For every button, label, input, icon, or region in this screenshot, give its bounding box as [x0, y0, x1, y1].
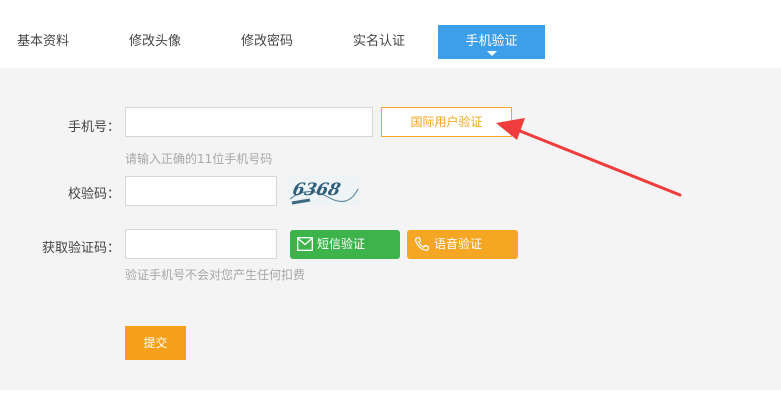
check-code-input[interactable] [125, 176, 277, 206]
check-code-label: 校验码： [67, 187, 120, 202]
tab-change-avatar[interactable]: 修改头像 [112, 25, 198, 59]
tab-basic-info[interactable]: 基本资料 [0, 25, 86, 59]
phone-label: 手机号： [67, 120, 120, 135]
get-code-label: 获取验证码： [41, 241, 120, 256]
tab-phone-verify-label: 手机验证 [465, 34, 518, 49]
envelope-icon [297, 237, 313, 251]
phone-input[interactable] [125, 107, 373, 137]
sms-code-input[interactable] [125, 229, 277, 259]
voice-verify-label: 语音验证 [434, 237, 483, 251]
phone-hint: 请输入正确的11位手机号码 [125, 152, 273, 166]
international-verify-button[interactable]: 国际用户验证 [381, 107, 512, 137]
tab-phone-verify[interactable]: 手机验证 [438, 25, 545, 59]
sms-verify-label: 短信验证 [317, 237, 366, 251]
submit-button[interactable]: 提交 [125, 326, 186, 360]
voice-verify-button[interactable]: 语音验证 [407, 230, 518, 259]
captcha-graphic: 6368 [288, 175, 360, 205]
code-hint: 验证手机号不会对您产生任何扣费 [125, 268, 306, 282]
captcha-image[interactable]: 6368 [288, 175, 360, 205]
tab-real-name[interactable]: 实名认证 [336, 25, 422, 59]
caret-down-icon [486, 51, 497, 56]
tab-change-password[interactable]: 修改密码 [224, 25, 310, 59]
tab-bar: 基本资料 修改头像 修改密码 实名认证 手机验证 [0, 0, 781, 68]
captcha-text: 6368 [291, 180, 343, 200]
phone-icon [414, 237, 429, 251]
sms-verify-button[interactable]: 短信验证 [290, 230, 400, 259]
